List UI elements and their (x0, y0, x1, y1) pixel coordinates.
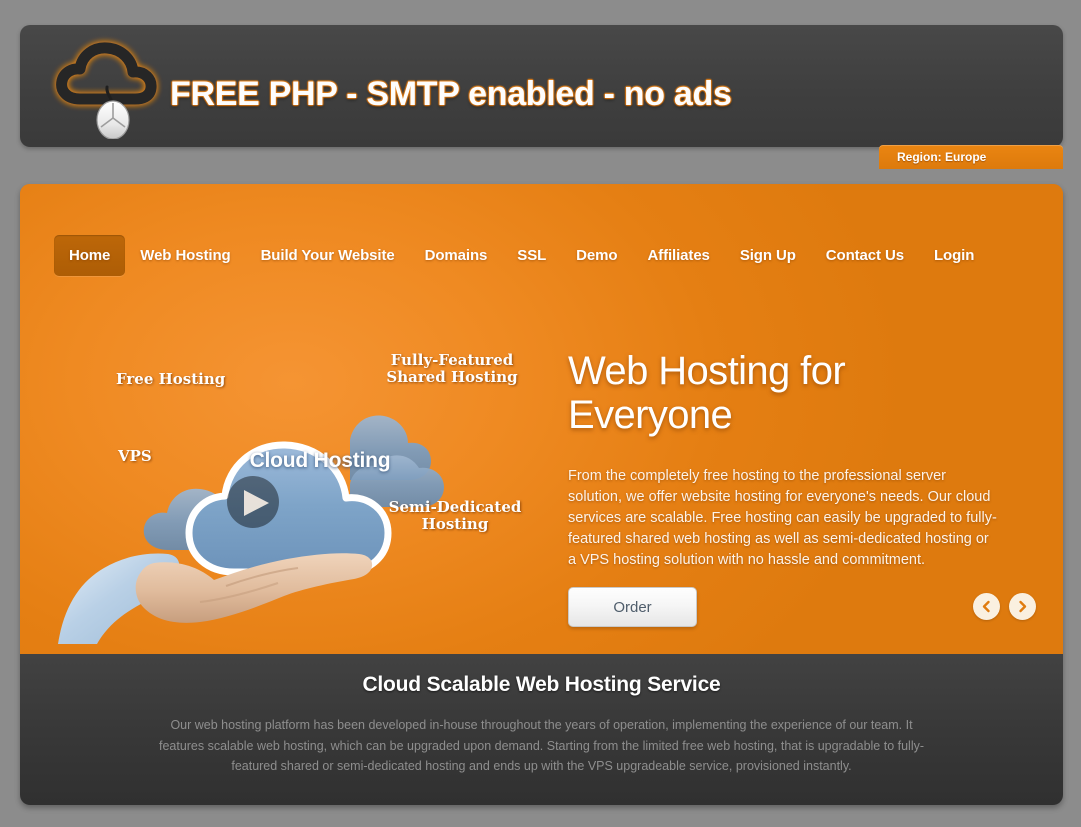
chevron-right-icon (1019, 600, 1027, 613)
hero-paragraph: From the completely free hosting to the … (568, 468, 997, 568)
main-navigation: Home Web Hosting Build Your Website Doma… (54, 234, 989, 276)
nav-item-sign-up[interactable]: Sign Up (725, 235, 811, 276)
bottom-section-paragraph: Our web hosting platform has been develo… (158, 718, 925, 773)
nav-item-ssl[interactable]: SSL (502, 235, 561, 276)
illustration-center-label: Cloud Hosting (249, 449, 391, 472)
carousel-prev-button[interactable] (973, 593, 1000, 620)
bottom-section: Cloud Scalable Web Hosting Service Our w… (20, 654, 1063, 805)
region-badge[interactable]: Region: Europe (879, 145, 1063, 169)
nav-item-demo[interactable]: Demo (561, 235, 632, 276)
nav-item-web-hosting[interactable]: Web Hosting (125, 235, 245, 276)
site-header: FREE PHP - SMTP enabled - no ads (20, 25, 1063, 147)
nav-item-affiliates[interactable]: Affiliates (632, 235, 724, 276)
site-title: FREE PHP - SMTP enabled - no ads (170, 75, 732, 113)
hero-copy: Web Hosting for Everyone From the comple… (568, 349, 998, 571)
cloud-hosting-illustration[interactable]: Cloud Hosting Free Hosting VPS Fully-Fea… (50, 351, 540, 644)
nav-item-build-your-website[interactable]: Build Your Website (246, 235, 410, 276)
nav-item-home[interactable]: Home (54, 234, 126, 276)
illustration-label-vps: VPS (118, 447, 152, 465)
hero-banner: Home Web Hosting Build Your Website Doma… (20, 184, 1063, 654)
page-frame: FREE PHP - SMTP enabled - no ads Region:… (20, 25, 1063, 805)
play-button-icon (227, 476, 279, 528)
chevron-left-icon (982, 600, 990, 613)
main-panel: Home Web Hosting Build Your Website Doma… (20, 184, 1063, 805)
carousel-next-button[interactable] (1009, 593, 1036, 620)
bottom-section-title: Cloud Scalable Web Hosting Service (362, 673, 721, 696)
hero-title: Web Hosting for Everyone (568, 349, 846, 437)
nav-item-domains[interactable]: Domains (410, 235, 503, 276)
nav-item-contact-us[interactable]: Contact Us (811, 235, 919, 276)
nav-item-login[interactable]: Login (919, 235, 989, 276)
cloud-with-mouse-icon (50, 35, 166, 139)
illustration-label-semi-dedicated: Semi-Dedicated Hosting (388, 498, 522, 533)
order-button[interactable]: Order (568, 587, 697, 627)
illustration-label-shared-hosting: Fully-Featured Shared Hosting (386, 351, 518, 386)
illustration-label-free-hosting: Free Hosting (116, 370, 226, 388)
region-badge-label: Region: Europe (897, 150, 987, 164)
